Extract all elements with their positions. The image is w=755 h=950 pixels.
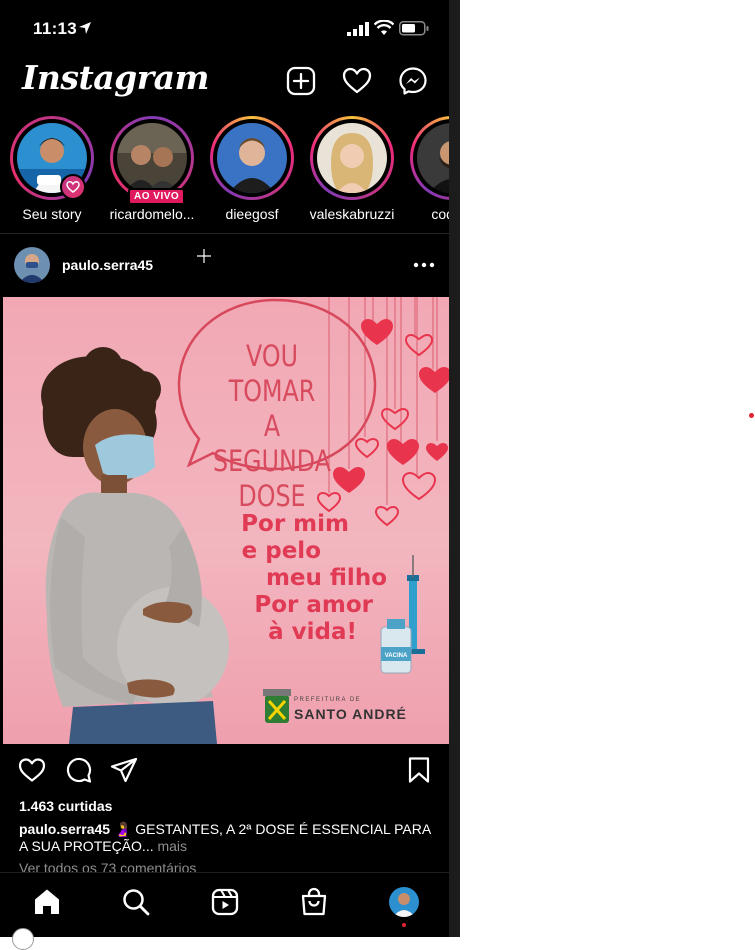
bottom-navigation bbox=[0, 872, 449, 937]
caption-username[interactable]: paulo.serra45 bbox=[19, 821, 110, 837]
add-story-badge-icon[interactable] bbox=[60, 174, 86, 200]
avatar bbox=[217, 123, 287, 193]
cursor-dot bbox=[749, 413, 754, 418]
live-badge: AO VIVO bbox=[128, 188, 186, 205]
cellular-signal-icon bbox=[347, 22, 369, 36]
avatar bbox=[317, 123, 387, 193]
brand-name: SANTO ANDRÉ bbox=[294, 706, 407, 722]
post-caption: paulo.serra45 🤰 GESTANTES, A 2ª DOSE É E… bbox=[19, 821, 439, 855]
story-username: dieegosf bbox=[225, 206, 279, 222]
status-time: 11:13 bbox=[33, 19, 78, 38]
speech-bubble-text: VOU TOMAR A SEGUNDA DOSE bbox=[213, 339, 331, 513]
status-bar: 11:13 bbox=[0, 0, 449, 58]
phone-frame-edge bbox=[449, 0, 460, 937]
story-username: ricardomelo... bbox=[109, 206, 195, 222]
wifi-icon bbox=[374, 20, 394, 35]
story-username: codigo bbox=[431, 206, 449, 222]
more-options-icon[interactable] bbox=[413, 258, 435, 272]
post-image[interactable]: VACINA VOU TOMAR A SEGUNDA DOSE Por mim … bbox=[3, 297, 449, 744]
instagram-logo[interactable]: Instagram bbox=[22, 58, 209, 97]
stories-tray[interactable]: Seu story AO VIVO ricardomelo... dieegos… bbox=[0, 112, 449, 230]
post-slogan: Por mim e pelo meu filho Por amor à vida… bbox=[241, 511, 387, 645]
story-item[interactable]: codigo bbox=[402, 112, 449, 228]
story-username: Seu story bbox=[22, 206, 82, 222]
avatar bbox=[117, 123, 187, 193]
story-item[interactable]: AO VIVO ricardomelo... bbox=[102, 112, 202, 228]
share-send-icon[interactable] bbox=[110, 756, 138, 784]
vial-label: VACINA bbox=[385, 653, 408, 659]
story-item[interactable]: dieegosf bbox=[202, 112, 302, 228]
story-ring bbox=[310, 116, 394, 200]
likes-count[interactable]: 1.463 curtidas bbox=[19, 798, 112, 814]
like-heart-icon[interactable] bbox=[18, 756, 46, 784]
story-username: valeskabruzzi bbox=[309, 206, 395, 222]
avatar bbox=[417, 123, 449, 193]
story-ring bbox=[410, 116, 449, 200]
crosshair-cursor-icon bbox=[196, 248, 212, 264]
story-item[interactable]: valeskabruzzi bbox=[302, 112, 402, 228]
comment-icon[interactable] bbox=[64, 756, 92, 784]
save-bookmark-icon[interactable] bbox=[406, 756, 432, 784]
home-icon[interactable] bbox=[32, 887, 62, 917]
new-post-icon[interactable] bbox=[286, 66, 316, 96]
caption-more-link[interactable]: mais bbox=[157, 838, 187, 854]
battery-icon bbox=[399, 21, 429, 36]
search-icon[interactable] bbox=[121, 887, 151, 917]
story-own[interactable]: Seu story bbox=[2, 112, 102, 228]
brand-subtitle: PREFEITURA DE bbox=[294, 697, 362, 703]
profile-avatar-icon[interactable] bbox=[389, 887, 419, 917]
stories-divider bbox=[0, 233, 449, 234]
post-author-avatar[interactable] bbox=[14, 247, 50, 283]
heart-activity-icon[interactable] bbox=[342, 66, 372, 96]
story-ring bbox=[210, 116, 294, 200]
post-author-username[interactable]: paulo.serra45 bbox=[62, 257, 153, 273]
instagram-app-screen: 11:13 Instagram Seu story AO VIVO ricard… bbox=[0, 0, 449, 937]
reels-icon[interactable] bbox=[210, 887, 240, 917]
shop-icon[interactable] bbox=[299, 887, 329, 917]
messenger-icon[interactable] bbox=[398, 66, 428, 96]
location-arrow-icon bbox=[79, 22, 91, 34]
recording-indicator bbox=[12, 928, 34, 950]
notification-dot bbox=[402, 923, 406, 927]
